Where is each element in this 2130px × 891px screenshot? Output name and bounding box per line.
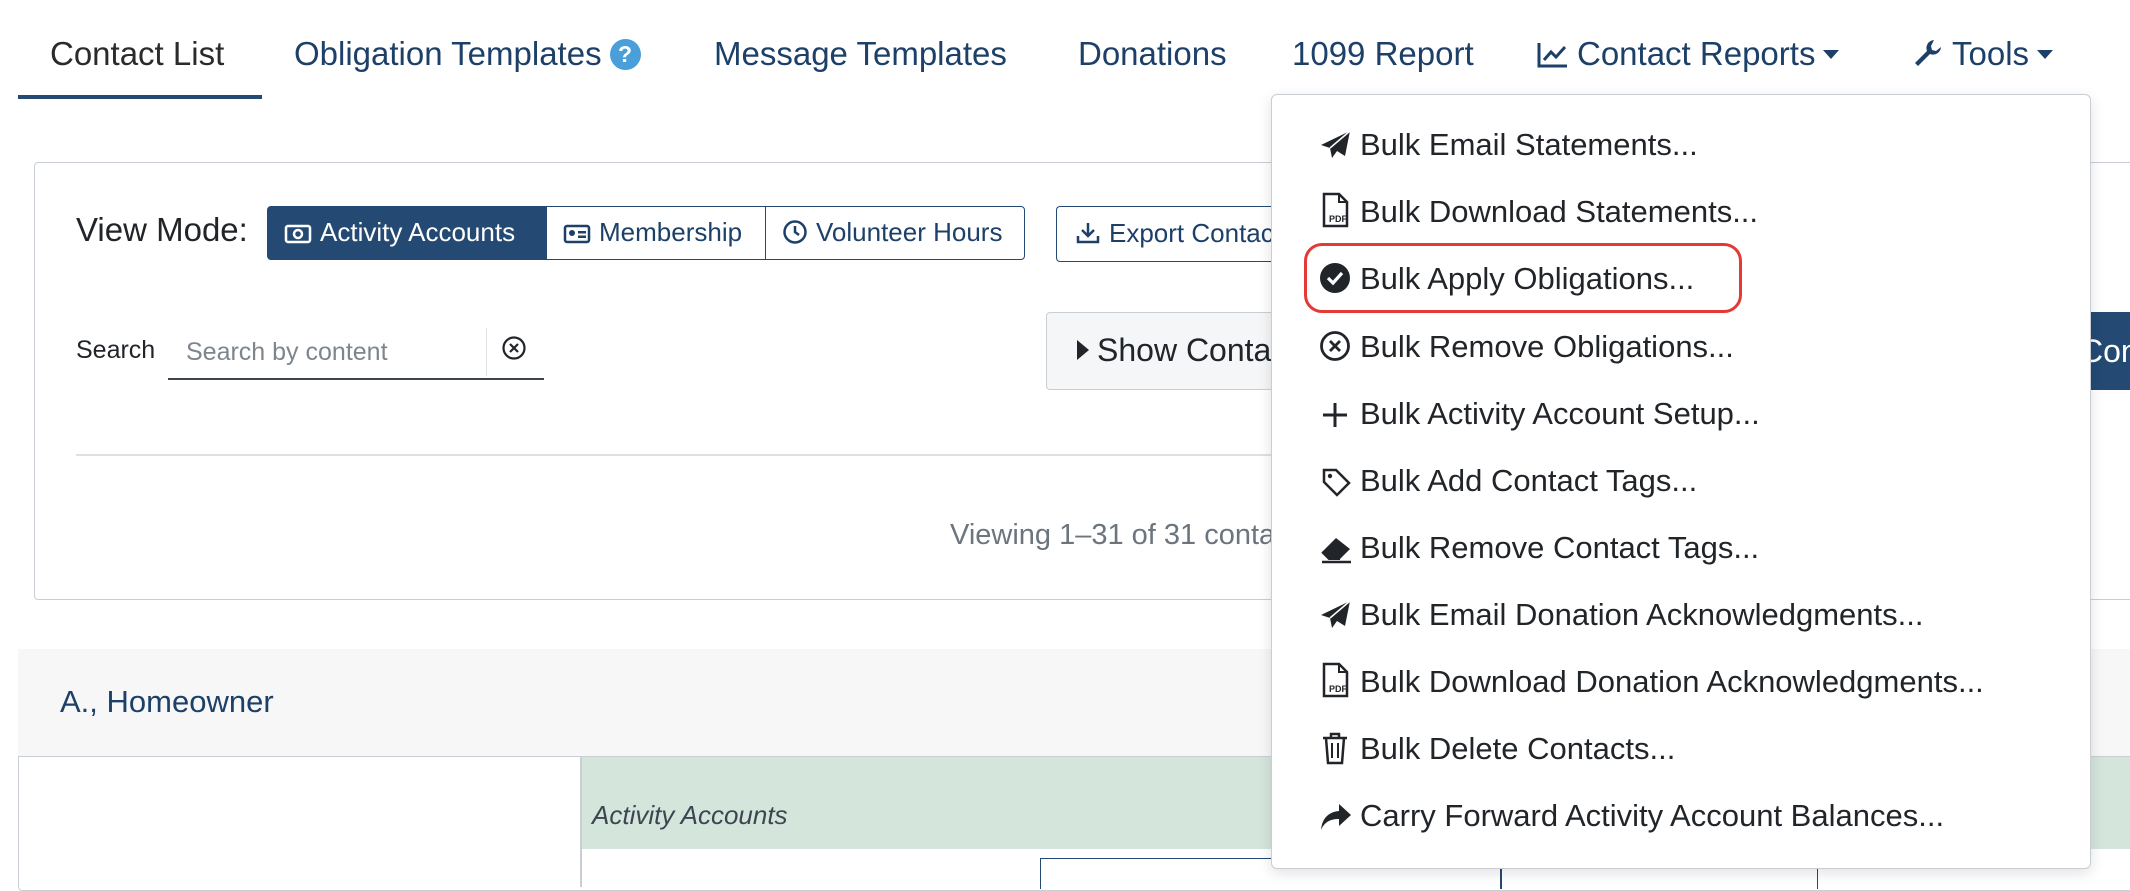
check-circle-icon xyxy=(1320,263,1350,293)
eraser-icon xyxy=(1321,538,1351,564)
paper-plane-icon xyxy=(1321,600,1351,628)
menu-item-label: Bulk Remove Contact Tags... xyxy=(1360,530,1760,565)
menu-item-label: Bulk Delete Contacts... xyxy=(1360,731,1676,766)
activity-accounts-label: Activity Accounts xyxy=(592,800,788,830)
view-mode-volunteer-hours-label: Volunteer Hours xyxy=(816,217,1003,247)
view-mode-membership[interactable]: Membership xyxy=(546,206,766,260)
pdf-file-icon: PDF xyxy=(1322,192,1349,228)
menu-item-label: Bulk Email Statements... xyxy=(1360,127,1698,162)
pdf-file-icon: PDF xyxy=(1322,662,1349,698)
menu-item-label: Bulk Activity Account Setup... xyxy=(1360,396,1760,431)
view-mode-membership-label: Membership xyxy=(599,217,743,247)
search-label: Search xyxy=(76,336,156,364)
export-contacts-button[interactable]: Export Contac xyxy=(1056,206,1296,262)
menu-item-label: Bulk Remove Obligations... xyxy=(1360,329,1734,364)
tab-contact-reports-label: Contact Reports xyxy=(1577,35,1816,72)
search-separator xyxy=(486,328,487,376)
view-mode-volunteer-hours[interactable]: Volunteer Hours xyxy=(765,206,1025,260)
share-arrow-icon xyxy=(1321,804,1351,830)
tab-tools[interactable]: Tools xyxy=(1912,32,2054,76)
pagination-summary: Viewing 1–31 of 31 conta xyxy=(950,519,1276,551)
menu-item-bulk-download-donation-acknowledgments[interactable]: PDF Bulk Download Donation Acknowledgment… xyxy=(1318,662,1984,702)
money-bill-icon xyxy=(284,224,312,244)
svg-text:PDF: PDF xyxy=(1329,684,1348,694)
svg-text:PDF: PDF xyxy=(1329,214,1348,224)
tag-icon xyxy=(1322,468,1351,497)
menu-item-bulk-add-contact-tags[interactable]: Bulk Add Contact Tags... xyxy=(1318,461,1697,501)
line-chart-icon xyxy=(1537,43,1567,68)
tab-contact-reports[interactable]: Contact Reports xyxy=(1537,32,1840,76)
view-mode-activity-accounts[interactable]: Activity Accounts xyxy=(267,206,547,260)
help-icon[interactable]: ? xyxy=(609,39,641,70)
chevron-down-icon xyxy=(1823,50,1840,59)
menu-item-bulk-delete-contacts[interactable]: Bulk Delete Contacts... xyxy=(1318,729,1675,769)
menu-item-label: Bulk Download Donation Acknowledgments..… xyxy=(1360,664,1984,699)
menu-item-bulk-apply-obligations[interactable]: Bulk Apply Obligations... xyxy=(1318,259,1694,299)
id-card-icon xyxy=(563,224,591,244)
menu-item-label: Bulk Email Donation Acknowledgments... xyxy=(1360,597,1924,632)
menu-item-bulk-remove-obligations[interactable]: Bulk Remove Obligations... xyxy=(1318,327,1734,367)
caret-right-icon xyxy=(1077,340,1089,360)
menu-item-carry-forward-balances[interactable]: Carry Forward Activity Account Balances.… xyxy=(1318,796,1944,836)
trash-icon xyxy=(1323,732,1347,765)
tab-tools-label: Tools xyxy=(1952,35,2030,72)
search-box xyxy=(168,324,544,380)
tab-1099-report[interactable]: 1099 Report xyxy=(1292,32,1474,76)
menu-item-bulk-email-donation-acknowledgments[interactable]: Bulk Email Donation Acknowledgments... xyxy=(1318,595,1923,635)
divider xyxy=(76,454,1276,456)
clear-search-icon[interactable] xyxy=(500,334,528,362)
menu-item-bulk-activity-account-setup[interactable]: Bulk Activity Account Setup... xyxy=(1318,394,1760,434)
wrench-icon xyxy=(1915,40,1941,66)
download-icon xyxy=(1076,223,1100,244)
menu-item-label: Bulk Add Contact Tags... xyxy=(1360,463,1698,498)
menu-item-label: Bulk Download Statements... xyxy=(1360,194,1759,229)
search-input[interactable] xyxy=(184,332,498,372)
top-nav: Contact List Obligation Templates? Messa… xyxy=(0,0,2130,100)
chevron-down-icon xyxy=(2037,50,2054,59)
view-mode-label: View Mode: xyxy=(76,211,248,248)
x-circle-icon xyxy=(1320,331,1350,361)
tab-contact-list[interactable]: Contact List xyxy=(50,32,224,76)
menu-item-bulk-email-statements[interactable]: Bulk Email Statements... xyxy=(1318,125,1698,165)
column-divider xyxy=(580,757,582,887)
menu-item-bulk-remove-contact-tags[interactable]: Bulk Remove Contact Tags... xyxy=(1318,528,1759,568)
export-contacts-label: Export Contac xyxy=(1109,218,1274,248)
paper-plane-icon xyxy=(1321,130,1351,158)
tab-message-templates[interactable]: Message Templates xyxy=(714,32,1007,76)
clock-icon xyxy=(783,220,807,244)
tab-obligation-templates-label: Obligation Templates xyxy=(294,35,602,72)
view-mode-activity-accounts-label: Activity Accounts xyxy=(320,217,516,247)
tab-obligation-templates[interactable]: Obligation Templates? xyxy=(294,32,641,76)
menu-item-label: Bulk Apply Obligations... xyxy=(1360,261,1695,296)
show-contacts-button[interactable]: Show Conta xyxy=(1046,312,1286,390)
active-tab-underline xyxy=(18,95,262,99)
show-contacts-label: Show Conta xyxy=(1097,332,1272,368)
menu-item-bulk-download-statements[interactable]: PDF Bulk Download Statements... xyxy=(1318,192,1758,232)
plus-icon xyxy=(1323,403,1347,427)
tab-donations[interactable]: Donations xyxy=(1078,32,1227,76)
contact-name[interactable]: A., Homeowner xyxy=(60,684,274,720)
menu-item-label: Carry Forward Activity Account Balances.… xyxy=(1360,798,1945,833)
